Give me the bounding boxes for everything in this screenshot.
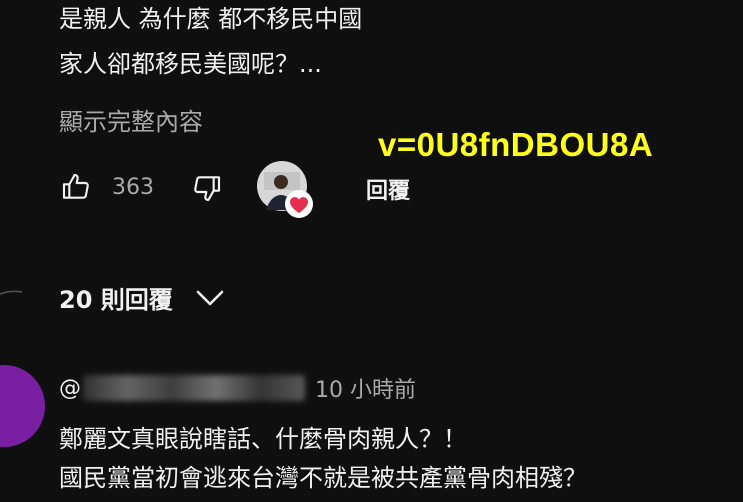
creator-heart-icon (285, 190, 313, 218)
reply-button[interactable]: 回覆 (366, 173, 410, 205)
blurred-username (83, 375, 305, 401)
reply-text-line-2: 國民黨當初會逃來台灣不就是被共產黨骨肉相殘？ (59, 464, 587, 492)
dislike-button[interactable] (191, 172, 223, 204)
view-replies-button[interactable]: 20 則回覆 (59, 280, 225, 315)
show-more-link[interactable]: 顯示完整內容 (59, 102, 203, 137)
reply-author-handle[interactable]: @ (59, 376, 81, 401)
replies-count-label: 20 則回覆 (59, 286, 173, 314)
thumbs-down-icon (194, 176, 221, 202)
reply-timestamp[interactable]: 10 小時前 (315, 372, 416, 404)
video-id-overlay: v=0U8fnDBOU8A (378, 126, 654, 163)
thumbs-up-icon (62, 173, 89, 199)
comment-text-line-2: 家人卻都移民美國呢？... (59, 50, 322, 78)
creator-heart-badge (256, 160, 314, 218)
reply-author-avatar[interactable] (0, 365, 45, 447)
reply-header: @ 10 小時前 (59, 372, 416, 404)
like-count: 363 (112, 175, 154, 200)
like-button[interactable] (60, 171, 92, 203)
reply-text-line-1: 鄭麗文真眼說瞎話、什麼骨肉親人？！ (59, 425, 467, 453)
chevron-down-icon (196, 290, 224, 305)
comment-text-line-1: 是親人 為什麼 都不移民中國 (59, 5, 363, 33)
thread-connector (0, 290, 23, 295)
